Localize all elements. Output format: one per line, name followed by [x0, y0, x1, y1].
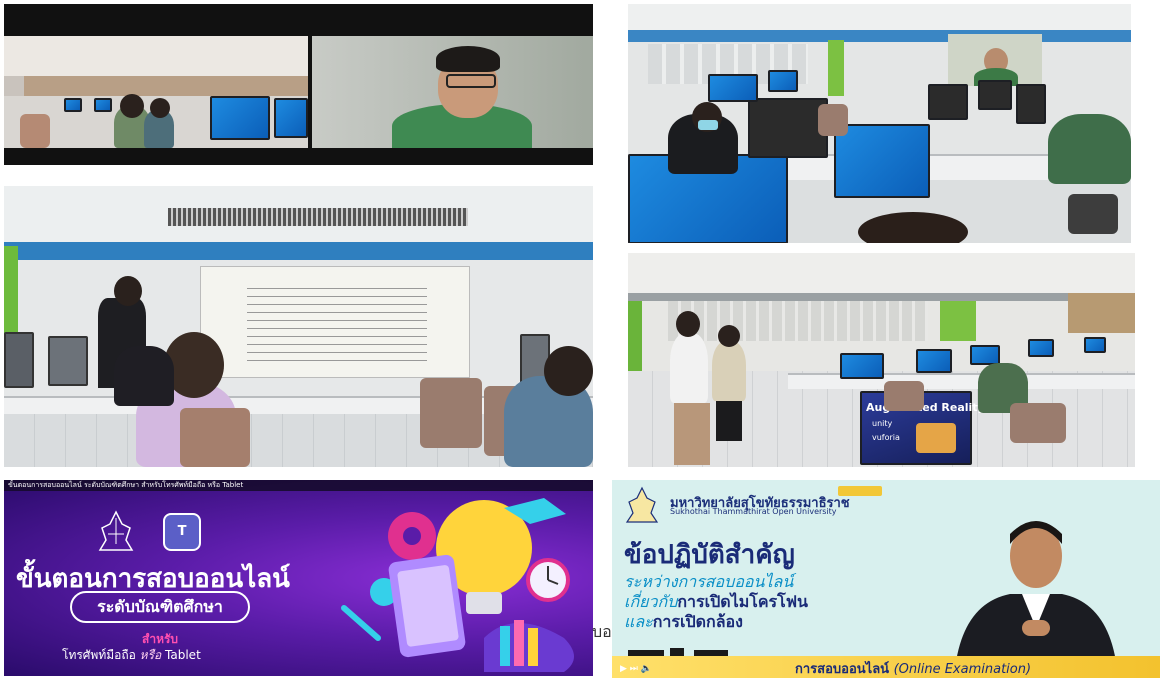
vuforia-logo-text: vuforia	[872, 433, 900, 442]
level-pill: ระดับบัณฑิตศึกษา	[70, 591, 250, 623]
university-name-en: Sukhothai Thammathirat Open University	[670, 507, 837, 516]
online-exam-steps-banner: ขั้นตอนการสอบออนไลน์ ระดับบัณฑิตศึกษา สำ…	[4, 480, 593, 676]
device-label: โทรศัพท์มือถือ หรือ Tablet	[62, 648, 201, 662]
classroom-video-feed	[4, 36, 308, 148]
speaker-figure	[954, 521, 1118, 678]
bottom-bar: การสอบออนไลน์ (Online Examination)	[612, 656, 1160, 678]
lab-ar-photo: Augmented Reality unity vuforia	[628, 253, 1135, 467]
computer-lab-photo	[628, 4, 1131, 243]
player-controls[interactable]: ▶ ⏭ 🔈	[620, 664, 652, 674]
video-call-photo	[4, 4, 593, 165]
unity-logo-text: unity	[872, 419, 893, 428]
banner-title: ข้อปฏิบัติสำคัญ	[624, 540, 795, 570]
badge-strip	[838, 486, 882, 496]
teams-icon: T	[163, 513, 201, 551]
projected-video	[948, 34, 1042, 86]
university-seal-icon	[98, 510, 134, 551]
lecture-photo	[4, 186, 593, 467]
projector-screen	[200, 266, 470, 378]
exam-rules-banner: มหาวิทยาลัยสุโขทัยธรรมาธิราช Sukhothai T…	[612, 480, 1160, 678]
university-seal-icon	[625, 486, 659, 523]
lightbulb-illustration	[341, 498, 574, 672]
bottom-caption: การสอบออนไลน์ (Online Examination)	[795, 662, 1032, 677]
presenter-video-feed	[312, 36, 593, 148]
subtitle-line-3: และการเปิดกล้อง	[624, 612, 743, 631]
overlapping-text: บอ	[592, 622, 612, 641]
